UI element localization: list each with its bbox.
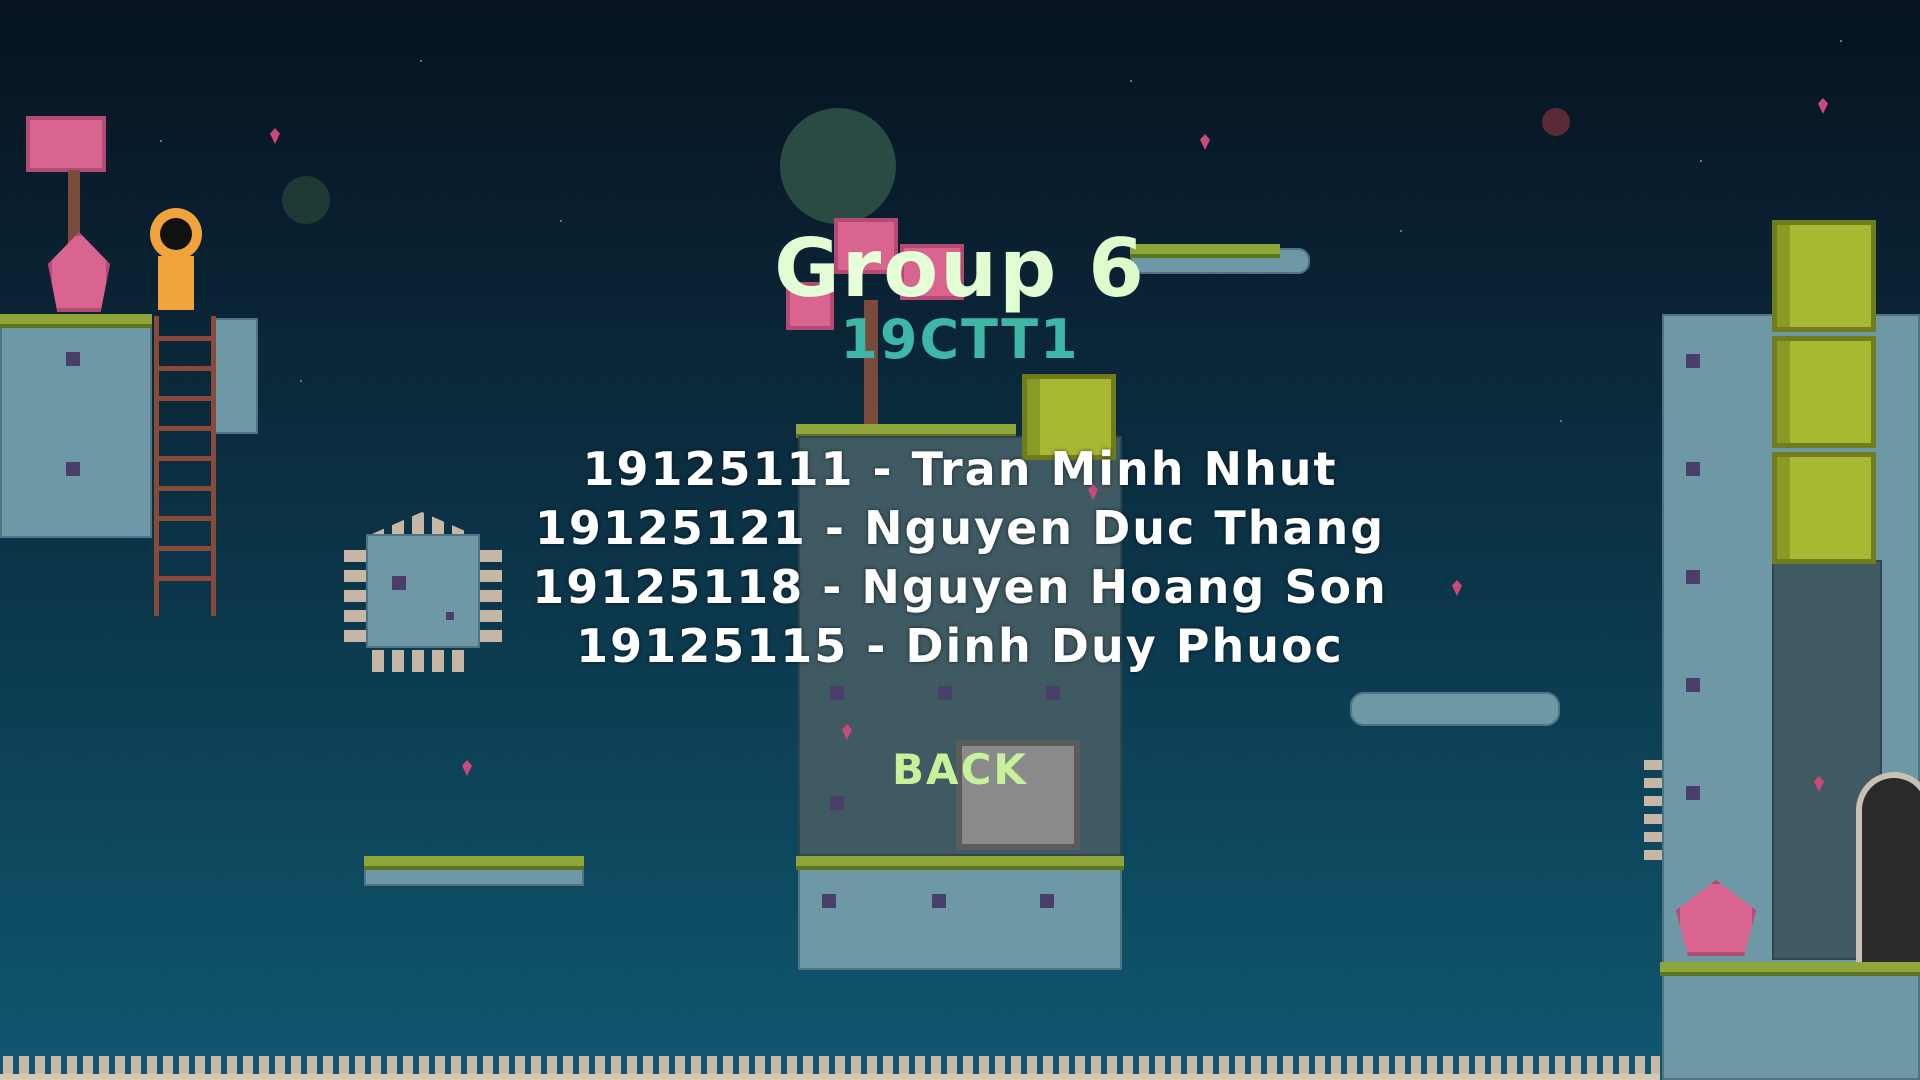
member-item: 19125121 - Nguyen Duc Thang [534,501,1386,555]
member-item: 19125111 - Tran Minh Nhut [582,442,1338,496]
class-subtitle: 19CTT1 [840,308,1080,371]
member-item: 19125115 - Dinh Duy Phuoc [576,619,1344,673]
back-button[interactable]: BACK [860,742,1060,798]
member-list: 19125111 - Tran Minh Nhut 19125121 - Ngu… [0,440,1920,676]
member-item: 19125118 - Nguyen Hoang Son [532,560,1388,614]
credits-screen: Group 6 19CTT1 19125111 - Tran Minh Nhut… [0,0,1920,1080]
group-title: Group 6 [0,222,1920,315]
